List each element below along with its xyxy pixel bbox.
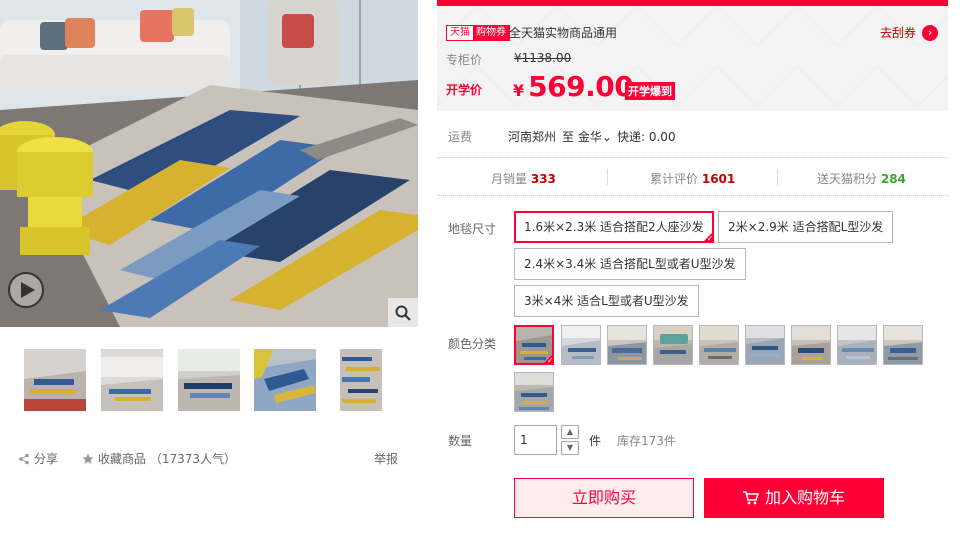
monthly-sales-label: 月销量	[491, 172, 528, 186]
size-option-4[interactable]: 3米×4米 适合L型或者U型沙发	[514, 285, 699, 317]
size-option-3[interactable]: 2.4米×3.4米 适合搭配L型或者U型沙发	[514, 248, 746, 280]
favorite-link[interactable]: 收藏商品 （17373人气）	[82, 450, 236, 467]
add-to-cart-label: 加入购物车	[764, 488, 845, 507]
sale-price-label: 开学价	[446, 83, 483, 97]
thumbnail-1[interactable]	[24, 349, 86, 411]
sales-stats-bar: 月销量 333 累计评价 1601 送天猫积分 284	[437, 157, 948, 196]
magnifier-icon	[395, 305, 411, 321]
color-swatch-6[interactable]	[745, 325, 785, 365]
color-swatch-1[interactable]: ✓	[514, 325, 554, 365]
shipping-fee: 快递: 0.00	[617, 130, 676, 144]
thumbnail-2[interactable]	[101, 349, 163, 411]
size-option-label: 2米×2.9米 适合搭配L型沙发	[728, 220, 884, 234]
color-swatch-4[interactable]	[653, 325, 693, 365]
color-swatch-9[interactable]	[883, 325, 923, 365]
reviews-value: 1601	[701, 172, 736, 186]
thumbnail-5[interactable]	[340, 349, 382, 411]
reviews-label: 累计评价	[650, 172, 699, 186]
quantity-decrease-button[interactable]: ▼	[561, 441, 579, 455]
points-value: 284	[880, 172, 906, 186]
quantity-input[interactable]	[514, 425, 557, 455]
play-video-button[interactable]	[8, 272, 44, 308]
buy-now-button[interactable]: 立即购买	[514, 478, 694, 518]
color-swatch-5[interactable]	[699, 325, 739, 365]
points-label: 送天猫积分	[817, 172, 878, 186]
tmall-tag-text: 天猫	[447, 26, 473, 40]
quantity-unit: 件	[589, 434, 602, 448]
chevron-right-icon: ›	[922, 24, 939, 41]
chevron-down-icon: ▼	[566, 443, 574, 452]
cart-icon	[742, 491, 759, 505]
quantity-label: 数量	[448, 434, 473, 448]
shipping-label: 运费	[448, 130, 473, 144]
size-option-2[interactable]: 2米×2.9米 适合搭配L型沙发	[718, 211, 894, 243]
share-link[interactable]: 分享	[18, 450, 58, 467]
size-option-label: 3米×4米 适合L型或者U型沙发	[524, 294, 689, 308]
sale-price-value: 569.00	[528, 70, 634, 103]
stat-divider	[777, 169, 778, 185]
shipping-destination-select[interactable]: 至 金华⌄	[562, 128, 612, 145]
total-reviews[interactable]: 累计评价 1601	[650, 170, 735, 187]
stock-count: 库存173件	[617, 434, 676, 448]
original-price: ¥1138.00	[514, 51, 572, 65]
original-price-label: 专柜价	[446, 53, 483, 67]
size-option-label: 1.6米×2.3米 适合搭配2人座沙发	[524, 220, 704, 234]
sale-price: ¥ 569.00	[513, 70, 634, 103]
share-label: 分享	[34, 452, 59, 466]
coupon-description: 全天猫实物商品通用	[509, 26, 618, 40]
color-swatch-2[interactable]	[561, 325, 601, 365]
color-swatch-8[interactable]	[837, 325, 877, 365]
color-swatch-10[interactable]	[514, 372, 554, 412]
chevron-up-icon: ▲	[566, 427, 574, 436]
shipping-destination: 至 金华	[562, 130, 602, 144]
currency-symbol: ¥	[513, 81, 525, 100]
main-product-image[interactable]	[0, 0, 418, 327]
shipping-origin: 河南郑州	[508, 130, 557, 144]
coupon-tag-text: 购物券	[473, 26, 509, 40]
size-option-1[interactable]: 1.6米×2.3米 适合搭配2人座沙发 ✓	[514, 211, 714, 243]
color-swatch-7[interactable]	[791, 325, 831, 365]
share-icon	[19, 453, 29, 464]
monthly-sales: 月销量 333	[491, 170, 556, 187]
color-label: 颜色分类	[448, 337, 497, 351]
report-link[interactable]: 举报	[374, 450, 398, 467]
color-swatch-3[interactable]	[607, 325, 647, 365]
thumbnail-4[interactable]	[254, 349, 316, 411]
monthly-sales-value: 333	[530, 172, 556, 186]
tmall-points: 送天猫积分 284	[817, 170, 906, 187]
selected-check-icon: ✓	[701, 231, 714, 243]
sale-badge: 开学爆到	[625, 82, 675, 100]
star-icon	[82, 453, 94, 464]
size-label: 地毯尺寸	[448, 222, 497, 236]
get-coupon-link[interactable]: 去刮券 ›	[880, 24, 939, 41]
quantity-increase-button[interactable]: ▲	[561, 425, 579, 439]
thumbnail-3[interactable]	[178, 349, 240, 411]
chevron-down-icon: ⌄	[601, 130, 612, 144]
size-option-label: 2.4米×3.4米 适合搭配L型或者U型沙发	[524, 257, 736, 271]
zoom-button[interactable]	[388, 298, 418, 327]
price-promo-panel: 天猫 购物券 全天猫实物商品通用 去刮券 › 专柜价 ¥1138.00 开学价 …	[437, 0, 948, 111]
get-coupon-label: 去刮券	[880, 26, 917, 40]
favorite-label: 收藏商品 （17373人气）	[98, 452, 236, 466]
stat-divider	[607, 169, 608, 185]
tmall-coupon-tag: 天猫 购物券	[446, 25, 510, 41]
add-to-cart-button[interactable]: 加入购物车	[704, 478, 884, 518]
